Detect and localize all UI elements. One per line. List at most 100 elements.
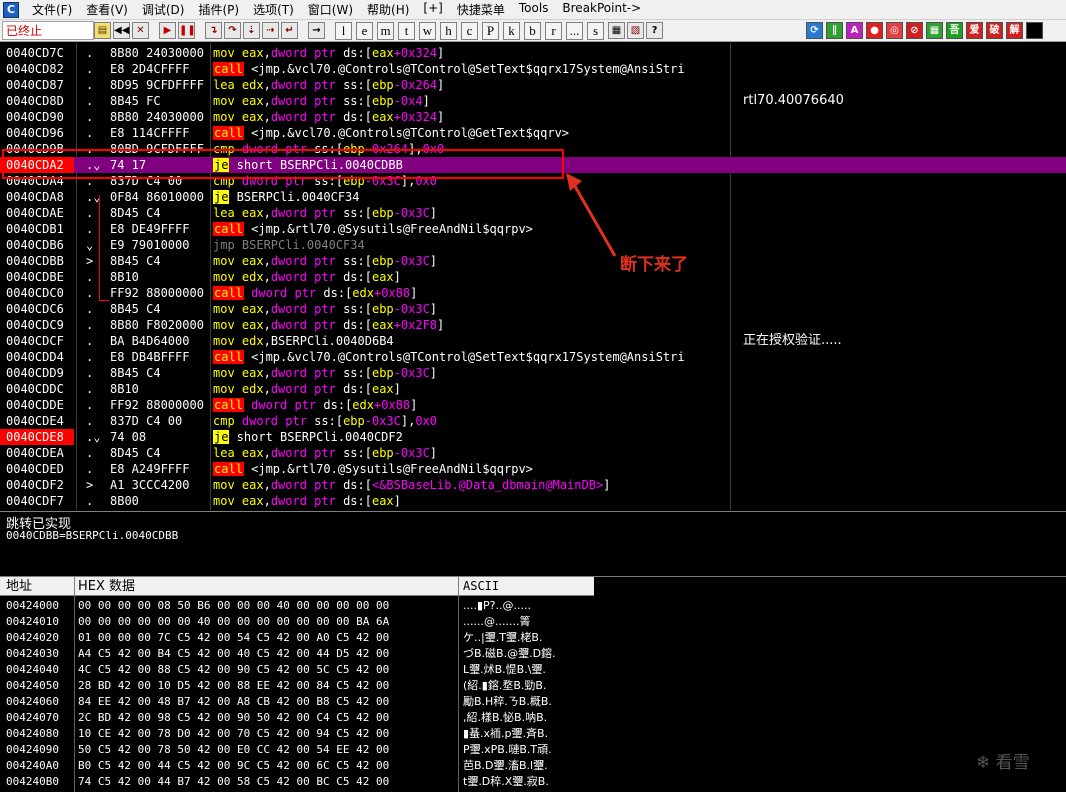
disasm-row[interactable]: 0040CDE8 .⌄ 74 08 je short BSERPCli.0040CDF…: [0, 429, 1066, 445]
record-icon[interactable]: ●: [866, 22, 883, 39]
dump-ascii: ......@.......箐: [463, 615, 531, 628]
disasm-row[interactable]: 0040CDF2 > A1 3CCC4200 mov eax,dword ptr ds…: [0, 477, 1066, 493]
target-icon[interactable]: ◎: [886, 22, 903, 39]
appearance-icon[interactable]: ▧: [627, 22, 644, 39]
menu-item[interactable]: 插件(P): [191, 1, 246, 18]
window-button[interactable]: l: [335, 21, 352, 40]
plugin-a-button[interactable]: A: [846, 22, 863, 39]
disasm-row[interactable]: 0040CDDE. FF92 88000000 call dword ptr ds:…: [0, 397, 1066, 413]
window-button[interactable]: k: [503, 21, 520, 40]
trace-over-icon[interactable]: ⇢: [262, 22, 279, 39]
disasm-hex: E8 A249FFFF: [110, 462, 190, 476]
disasm-row[interactable]: 0040CDB6 ⌄ E9 79010000 jmp BSERPCli.0040CF3…: [0, 237, 1066, 253]
disasm-row[interactable]: 0040CDE4. 837D C4 00 cmp dword ptr ss:[ebp…: [0, 413, 1066, 429]
menu-item[interactable]: 调试(D): [135, 1, 192, 18]
menu-item[interactable]: 选项(T): [246, 1, 301, 18]
step-over-icon[interactable]: ↷: [224, 22, 241, 39]
dump-row[interactable]: 00424030 A4 C5 42 00 B4 C5 42 00 40 C5 42…: [0, 646, 594, 662]
disasm-row[interactable]: 0040CDC6. 8B45 C4 mov eax,dword ptr ss:[eb…: [0, 301, 1066, 317]
disasm-row[interactable]: 0040CDC9. 8B80 F8020000 mov eax,dword ptr …: [0, 317, 1066, 333]
disasm-row[interactable]: 0040CDDC. 8B10 mov edx,dword ptr ds:[eax]: [0, 381, 1066, 397]
dump-header-ascii[interactable]: ASCII: [463, 578, 499, 595]
disasm-row[interactable]: 0040CDAE. 8D45 C4 lea eax,dword ptr ss:[eb…: [0, 205, 1066, 221]
disasm-address: 0040CDC6: [6, 302, 64, 316]
app-icon[interactable]: C: [3, 1, 19, 18]
window-button[interactable]: h: [440, 21, 457, 40]
disasm-row[interactable]: 0040CD7C. 8B80 24030000 mov eax,dword ptr …: [0, 45, 1066, 61]
cpu-disassembly-pane[interactable]: 0040CD7C. 8B80 24030000 mov eax,dword ptr …: [0, 43, 1066, 510]
asm-token: eax: [371, 382, 394, 396]
disasm-row[interactable]: 0040CDD4. E8 DB4BFFFF call <jmp.&vcl70.@Co…: [0, 349, 1066, 365]
disasm-row[interactable]: 0040CD96. E8 114CFFFF call <jmp.&vcl70.@Co…: [0, 125, 1066, 141]
dump-row[interactable]: 00424050 28 BD 42 00 10 D5 42 00 88 EE 42…: [0, 678, 594, 694]
disasm-row[interactable]: 0040CDC0. FF92 88000000 call dword ptr ds:…: [0, 285, 1066, 301]
disasm-row[interactable]: 0040CD87. 8D95 9CFDFFFF lea edx,dword ptr …: [0, 77, 1066, 93]
window-button[interactable]: P: [482, 21, 499, 40]
disasm-row[interactable]: 0040CD8D. 8B45 FC mov eax,dword ptr ss:[eb…: [0, 93, 1066, 109]
hex-dump-pane[interactable]: 00424000 00 00 00 00 08 50 B6 00 00 00 40…: [0, 596, 594, 792]
window-button[interactable]: s: [587, 21, 604, 40]
sync-icon[interactable]: ∥: [826, 22, 843, 39]
plugin-wu-button[interactable]: 吾: [946, 22, 963, 39]
disasm-hex: A1 3CCC4200: [110, 478, 190, 492]
window-button[interactable]: m: [377, 21, 394, 40]
trace-into-icon[interactable]: ⇣: [243, 22, 260, 39]
menu-item[interactable]: 文件(F): [25, 1, 79, 18]
menu-item[interactable]: 窗口(W): [301, 1, 360, 18]
menu-item[interactable]: BreakPoint->: [555, 1, 648, 18]
asm-token: ebp: [371, 302, 394, 316]
menu-item[interactable]: 帮助(H): [360, 1, 416, 18]
dump-row[interactable]: 00424090 50 C5 42 00 78 50 42 00 E0 CC 42…: [0, 742, 594, 758]
window-button[interactable]: b: [524, 21, 541, 40]
disasm-row[interactable]: 0040CDD9. 8B45 C4 mov eax,dword ptr ss:[eb…: [0, 365, 1066, 381]
dump-row[interactable]: 00424070 2C BD 42 00 98 C5 42 00 90 50 42…: [0, 710, 594, 726]
execute-till-return-icon[interactable]: ↵: [281, 22, 298, 39]
disasm-row[interactable]: 0040CDED. E8 A249FFFF call <jmp.&rtl70.@Sy…: [0, 461, 1066, 477]
disasm-row[interactable]: 0040CDBB >8B45 C4 mov eax,dword ptr ss:[eb…: [0, 253, 1066, 269]
dump-row[interactable]: 00424060 84 EE 42 00 48 B7 42 00 A8 CB 42…: [0, 694, 594, 710]
options-icon[interactable]: ▦: [608, 22, 625, 39]
disasm-row[interactable]: 0040CDB1. E8 DE49FFFF call <jmp.&rtl70.@Sy…: [0, 221, 1066, 237]
dump-header-address[interactable]: 地址: [6, 578, 32, 595]
disasm-row[interactable]: 0040CDA8 .⌄ 0F84 86010000 je BSERPCli.0040C…: [0, 189, 1066, 205]
disasm-row[interactable]: 0040CDEA. 8D45 C4 lea eax,dword ptr ss:[eb…: [0, 445, 1066, 461]
open-icon[interactable]: ▤: [94, 22, 111, 39]
goto-icon[interactable]: →: [308, 22, 325, 39]
dump-row[interactable]: 004240A0 B0 C5 42 00 44 C5 42 00 9C C5 42…: [0, 758, 594, 774]
disasm-row[interactable]: 0040CDBE. 8B10 mov edx,dword ptr ds:[eax]: [0, 269, 1066, 285]
window-button[interactable]: w: [419, 21, 436, 40]
stop-icon[interactable]: ⊘: [906, 22, 923, 39]
run-icon[interactable]: ▶: [159, 22, 176, 39]
dump-header-hex[interactable]: HEX 数据: [78, 578, 135, 595]
help-icon[interactable]: ?: [646, 22, 663, 39]
plugin-ai-button[interactable]: 爱: [966, 22, 983, 39]
plugin-jie-button[interactable]: 解: [1006, 22, 1023, 39]
plugin-po-button[interactable]: 破: [986, 22, 1003, 39]
window-button[interactable]: t: [398, 21, 415, 40]
dump-row[interactable]: 00424020 01 00 00 00 7C C5 42 00 54 C5 42…: [0, 630, 594, 646]
pause-icon[interactable]: ❚❚: [178, 22, 196, 39]
menu-item[interactable]: 查看(V): [79, 1, 135, 18]
window-button[interactable]: ...: [566, 21, 583, 40]
black-swatch-icon[interactable]: [1026, 22, 1043, 39]
dump-row[interactable]: 00424000 00 00 00 00 08 50 B6 00 00 00 40…: [0, 598, 594, 614]
disasm-row[interactable]: 0040CD82. E8 2D4CFFFF call <jmp.&vcl70.@Co…: [0, 61, 1066, 77]
rewind-icon[interactable]: ◀◀: [113, 22, 130, 39]
window-button[interactable]: c: [461, 21, 478, 40]
dump-row[interactable]: 00424080 10 CE 42 00 78 D0 42 00 70 C5 42…: [0, 726, 594, 742]
window-button[interactable]: r: [545, 21, 562, 40]
dump-row[interactable]: 00424040 4C C5 42 00 88 C5 42 00 90 C5 42…: [0, 662, 594, 678]
window-button[interactable]: e: [356, 21, 373, 40]
refresh-icon[interactable]: ⟳: [806, 22, 823, 39]
disasm-row[interactable]: 0040CDCF. BA B4D64000 mov edx,BSERPCli.004…: [0, 333, 1066, 349]
dump-row[interactable]: 00424010 00 00 00 00 00 00 40 00 00 00 00…: [0, 614, 594, 630]
menu-item[interactable]: [+]: [416, 1, 449, 18]
dump-row[interactable]: 004240B0 74 C5 42 00 44 B7 42 00 58 C5 42…: [0, 774, 594, 790]
close-process-icon[interactable]: ✕: [132, 22, 149, 39]
menu-item[interactable]: Tools: [512, 1, 556, 18]
step-into-icon[interactable]: ↴: [205, 22, 222, 39]
menu-item[interactable]: 快捷菜单: [450, 1, 512, 18]
grid-icon[interactable]: ▦: [926, 22, 943, 39]
disasm-row[interactable]: 0040CD90. 8B80 24030000 mov eax,dword ptr …: [0, 109, 1066, 125]
disasm-row[interactable]: 0040CDF7. 8B00 mov eax,dword ptr ds:[eax]: [0, 493, 1066, 509]
